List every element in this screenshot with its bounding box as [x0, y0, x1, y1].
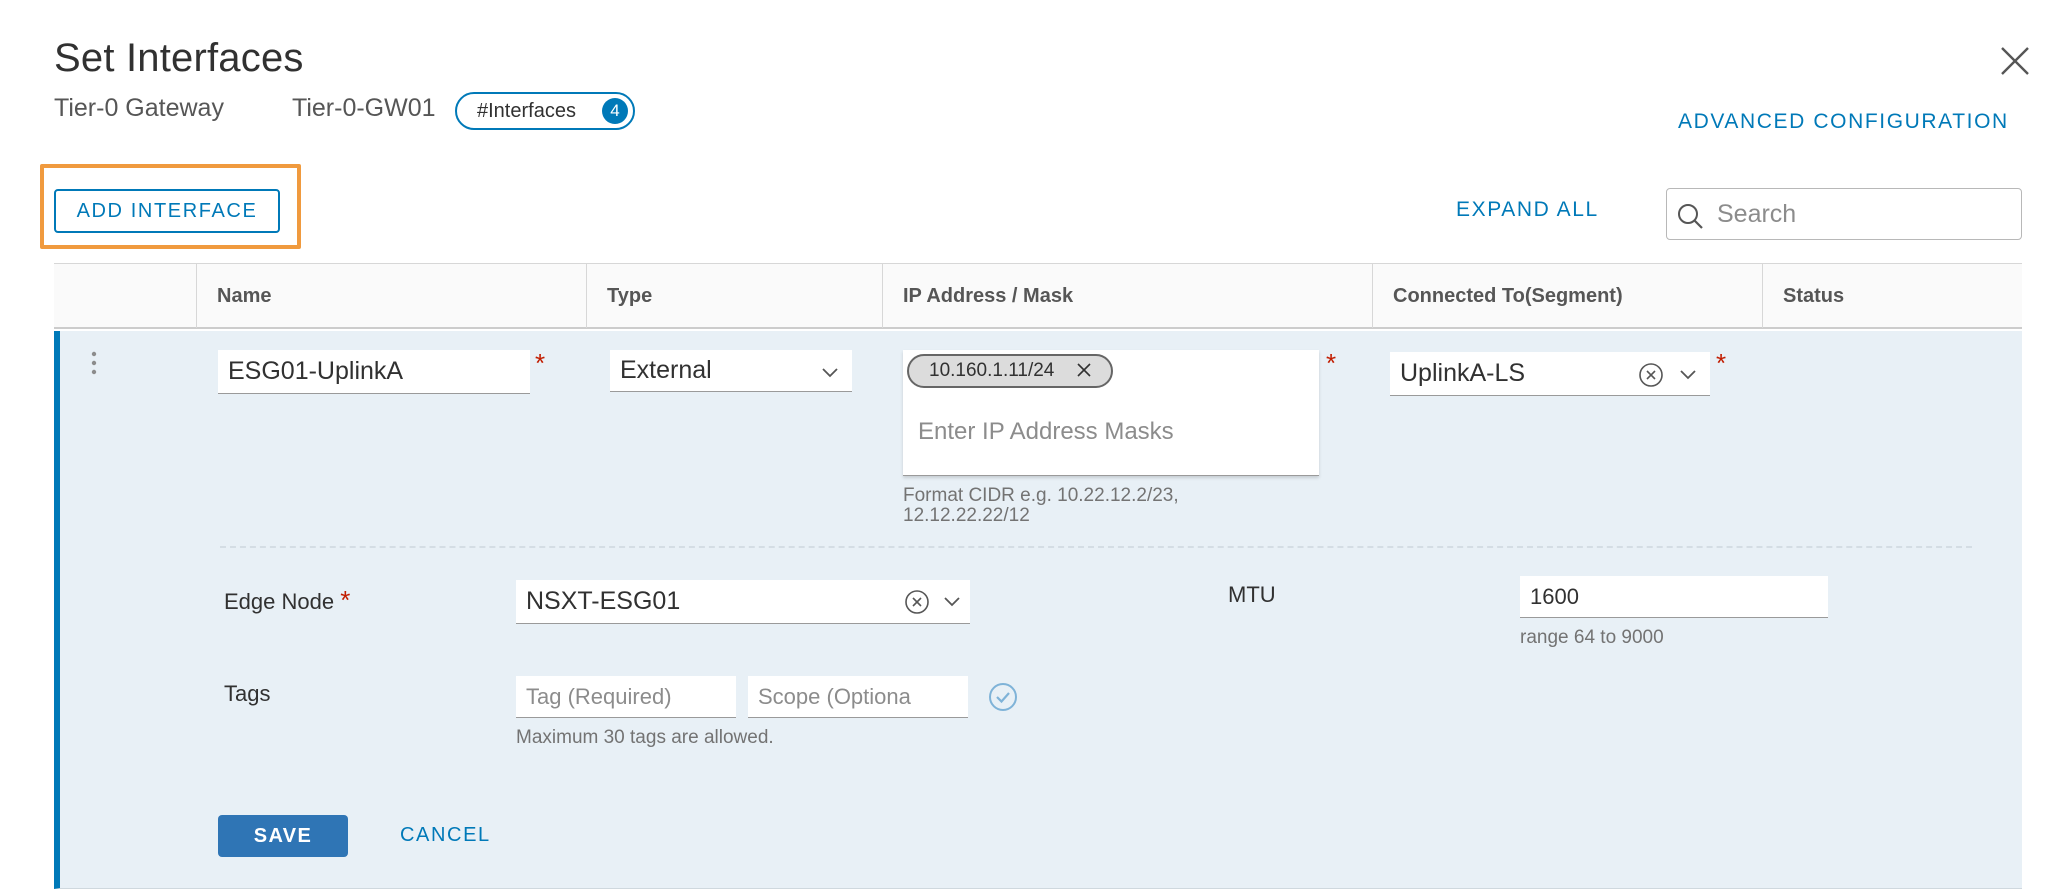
ip-chip[interactable]: 10.160.1.11/24	[907, 354, 1113, 388]
segment-value: UplinkA-LS	[1400, 359, 1526, 387]
advanced-configuration-link[interactable]: ADVANCED CONFIGURATION	[1678, 110, 2009, 134]
required-marker: *	[1326, 348, 1337, 378]
save-button[interactable]: SAVE	[218, 815, 348, 857]
edge-node-select[interactable]: NSXT-ESG01	[516, 580, 970, 624]
tags-label: Tags	[224, 681, 271, 706]
row-actions-icon[interactable]	[88, 350, 100, 380]
table-header: Name Type IP Address / Mask Connected To…	[54, 263, 2022, 329]
search-input[interactable]	[1717, 197, 2007, 231]
confirm-tag-icon[interactable]	[988, 682, 1018, 712]
row-divider	[220, 546, 1972, 548]
gateway-label: Tier-0 Gateway	[54, 94, 224, 122]
column-header-status[interactable]: Status	[1762, 264, 2022, 328]
mtu-input[interactable]: 1600	[1520, 576, 1828, 618]
column-header-type[interactable]: Type	[586, 264, 882, 328]
required-marker: *	[340, 585, 351, 615]
type-select[interactable]: External	[610, 350, 852, 392]
ip-format-help-line2: 12.12.22.22/12	[903, 505, 1030, 526]
name-input[interactable]: ESG01-UplinkA	[218, 350, 530, 394]
edge-node-label: Edge Node *	[224, 585, 350, 616]
search-box	[1666, 188, 2022, 240]
ip-address-placeholder: Enter IP Address Masks	[918, 418, 1174, 445]
edge-node-value: NSXT-ESG01	[526, 587, 681, 615]
search-icon	[1678, 204, 1703, 229]
ip-address-input[interactable]: 10.160.1.11/24 Enter IP Address Masks	[903, 350, 1319, 476]
required-marker: *	[1716, 348, 1727, 378]
clear-icon[interactable]	[1638, 362, 1664, 388]
mtu-label: MTU	[1228, 582, 1276, 607]
ip-format-help-line1: Format CIDR e.g. 10.22.12.2/23,	[903, 485, 1179, 506]
column-header-ip[interactable]: IP Address / Mask	[882, 264, 1372, 328]
ip-format-help: Format CIDR e.g. 10.22.12.2/23, 12.12.22…	[903, 486, 1179, 526]
interfaces-badge[interactable]: #Interfaces 4	[455, 92, 635, 130]
ip-chip-value: 10.160.1.11/24	[929, 360, 1055, 381]
interfaces-badge-label: #Interfaces	[477, 99, 576, 122]
gateway-name: Tier-0-GW01	[292, 94, 436, 122]
cancel-button[interactable]: CANCEL	[400, 824, 491, 847]
clear-icon[interactable]	[904, 589, 930, 615]
dialog-title: Set Interfaces	[54, 36, 304, 80]
close-icon[interactable]	[1998, 44, 2032, 78]
edge-node-label-text: Edge Node	[224, 589, 335, 614]
segment-select[interactable]: UplinkA-LS	[1390, 352, 1710, 396]
tag-input[interactable]: Tag (Required)	[516, 676, 736, 718]
scope-input[interactable]: Scope (Optiona	[748, 676, 968, 718]
mtu-range-help: range 64 to 9000	[1520, 627, 1664, 648]
chevron-down-icon	[944, 597, 960, 607]
column-header-segment[interactable]: Connected To(Segment)	[1372, 264, 1762, 328]
chevron-down-icon	[822, 368, 838, 378]
column-header-name[interactable]: Name	[196, 264, 586, 328]
chevron-down-icon	[1680, 370, 1696, 380]
remove-chip-icon[interactable]	[1077, 363, 1091, 377]
interfaces-count: 4	[602, 98, 628, 124]
tags-limit-help: Maximum 30 tags are allowed.	[516, 727, 774, 748]
add-interface-button[interactable]: ADD INTERFACE	[54, 189, 280, 233]
expand-all-link[interactable]: EXPAND ALL	[1456, 198, 1599, 222]
required-marker: *	[535, 348, 546, 378]
type-value: External	[620, 356, 712, 384]
